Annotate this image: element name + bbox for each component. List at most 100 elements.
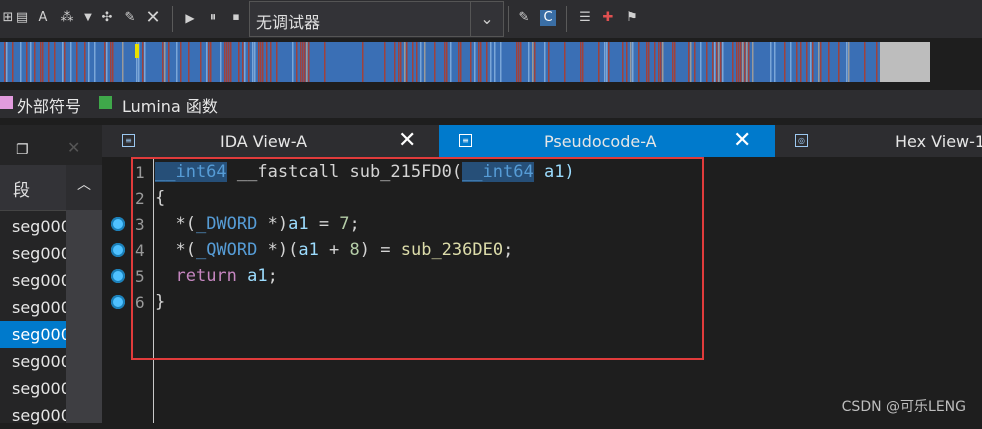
highlight-box [131, 157, 704, 360]
tab-label: Pseudocode-A [544, 132, 657, 151]
navband-stripe [260, 42, 262, 82]
navband-stripe [494, 42, 496, 82]
navband-stripe [534, 42, 536, 82]
navband-stripe [434, 42, 436, 82]
navband-stripe [112, 42, 114, 82]
navband-stripe [688, 42, 690, 82]
current-position-marker [135, 44, 139, 58]
navband-stripe [84, 42, 86, 82]
navband-stripe [48, 42, 50, 82]
debugger-select[interactable]: 无调试器 ⌄ [249, 1, 504, 37]
breakpoint-icon[interactable] [111, 295, 125, 309]
code-icon[interactable]: ✎ [516, 10, 532, 26]
segment-row[interactable]: seg000 [0, 375, 66, 402]
close-icon[interactable]: ✕ [67, 138, 80, 157]
navband-stripe [324, 42, 326, 82]
segments-column-header[interactable]: 段 [0, 165, 66, 211]
navband-stripe [630, 42, 632, 82]
navband-stripe [70, 42, 72, 82]
scroll-up-icon[interactable]: ︿ [66, 165, 102, 210]
navband-stripe [736, 42, 738, 82]
navband-stripe [632, 42, 634, 82]
navband-stripe [94, 42, 96, 82]
breakpoint-icon[interactable] [111, 269, 125, 283]
segment-row[interactable]: seg000 [0, 294, 66, 321]
sparkle-icon[interactable]: ✣ [99, 10, 115, 26]
navband-stripe [774, 42, 776, 82]
navigation-band-end [930, 42, 982, 82]
segment-row[interactable]: seg000 [0, 348, 66, 375]
segment-row[interactable]: seg000 [0, 240, 66, 267]
breakpoint-icon[interactable] [111, 243, 125, 257]
bookmark-icon[interactable]: ✚ [600, 10, 616, 26]
navband-stripe [876, 42, 878, 82]
flag-icon[interactable]: ⚑ [624, 10, 640, 26]
navband-stripe [164, 42, 166, 82]
navband-stripe [622, 42, 624, 82]
pseudocode-icon[interactable]: C [540, 10, 556, 26]
tab-hex-view-1[interactable]: ◎ Hex View-1 [775, 125, 982, 157]
navband-stripe [416, 42, 418, 82]
close-icon[interactable]: ✕ [398, 128, 416, 153]
navband-stripe [490, 42, 492, 82]
segment-row[interactable]: seg000 [0, 213, 66, 240]
navband-stripe [142, 42, 144, 82]
navband-stripe [604, 42, 606, 82]
navband-stripe [654, 42, 656, 82]
navband-stripe [828, 42, 830, 82]
segment-row[interactable]: seg000 [0, 321, 66, 348]
navband-stripe [838, 42, 840, 82]
navband-stripe [638, 42, 640, 82]
data-icon[interactable]: ▤ [14, 10, 30, 26]
chevron-down-icon[interactable]: ⌄ [470, 2, 503, 36]
segment-row[interactable]: seg000 [0, 402, 66, 429]
navband-stripe [270, 42, 272, 82]
navband-stripe [254, 42, 256, 82]
navigation-band[interactable] [0, 42, 930, 82]
navband-stripe [244, 42, 246, 82]
restore-window-icon[interactable]: ❐ [16, 142, 29, 158]
navband-stripe [582, 42, 584, 82]
navband-stripe [606, 42, 608, 82]
navband-stripe [444, 42, 446, 82]
navband-stripe [400, 42, 402, 82]
navband-stripe [64, 42, 66, 82]
navband-stripe [746, 42, 748, 82]
segment-row[interactable]: seg000 [0, 267, 66, 294]
navband-stripe [846, 42, 848, 82]
navband-stripe [394, 42, 396, 82]
navband-stripe [500, 42, 502, 82]
navband-stripe [712, 42, 714, 82]
navband-stripe [262, 42, 264, 82]
edit-icon[interactable]: ✎ [122, 10, 138, 26]
navband-stripe [12, 42, 14, 82]
navband-stripe [168, 42, 170, 82]
navband-stripe [4, 42, 6, 82]
stop-icon[interactable]: ⏹ [228, 10, 244, 26]
notes-icon[interactable]: ☰ [577, 10, 593, 26]
navband-stripe [564, 42, 566, 82]
scrollbar[interactable] [66, 210, 102, 423]
navband-stripe [806, 42, 808, 82]
hex-view-icon: ◎ [795, 134, 808, 147]
dropdown-icon[interactable]: ▼ [80, 10, 96, 26]
navband-stripe [308, 42, 310, 82]
close-icon[interactable]: ✕ [733, 128, 751, 153]
breakpoint-icon[interactable] [111, 217, 125, 231]
ascii-string-icon[interactable]: A [35, 10, 51, 26]
navband-stripe [548, 42, 550, 82]
struct-icon[interactable]: ⁂ [59, 10, 75, 26]
tab-pseudocode-a[interactable]: ≡ Pseudocode-A ✕ [439, 125, 775, 157]
play-icon[interactable]: ▶ [182, 10, 198, 26]
navband-stripe [474, 42, 476, 82]
navband-stripe [714, 42, 716, 82]
pause-icon[interactable]: ⏸ [205, 10, 221, 26]
close-icon[interactable]: ✕ [145, 9, 161, 27]
segments-header-label: 段 [13, 181, 30, 201]
navband-stripe [518, 42, 520, 82]
navband-stripe [660, 42, 662, 82]
tab-ida-view-a[interactable]: ≡ IDA View-A ✕ [102, 125, 439, 157]
navband-stripe [238, 42, 240, 82]
navband-unexplored [880, 42, 930, 82]
navband-stripe [478, 42, 480, 82]
